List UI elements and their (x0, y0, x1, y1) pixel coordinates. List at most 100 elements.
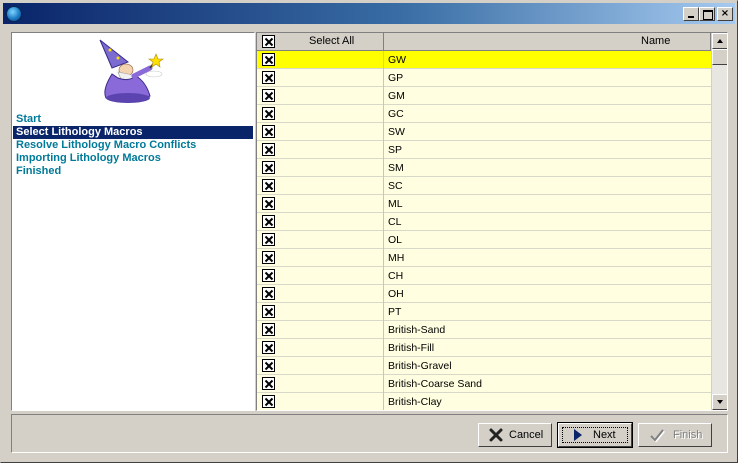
check-x-icon (264, 55, 274, 65)
minimize-button[interactable] (683, 7, 699, 21)
row-checkbox[interactable] (262, 395, 275, 408)
step-start: Start (16, 113, 42, 125)
select-cell (257, 105, 384, 123)
row-checkbox[interactable] (262, 305, 275, 318)
table-row[interactable]: OL (257, 231, 711, 249)
table-row[interactable]: OH (257, 285, 711, 303)
check-x-icon (264, 307, 274, 317)
table-row[interactable]: CH (257, 267, 711, 285)
title-bar[interactable]: × (3, 3, 735, 24)
row-checkbox[interactable] (262, 71, 275, 84)
cancel-button[interactable]: Cancel (478, 423, 552, 447)
macro-name: OL (388, 234, 403, 246)
table-row[interactable]: SM (257, 159, 711, 177)
table-row[interactable]: GC (257, 105, 711, 123)
row-checkbox[interactable] (262, 179, 275, 192)
select-cell (257, 123, 384, 141)
row-checkbox[interactable] (262, 359, 275, 372)
globe-icon[interactable] (6, 6, 22, 22)
select-cell (257, 357, 384, 375)
name-header-label: Name (641, 35, 671, 47)
finish-label: Finish (673, 429, 703, 441)
select-cell (257, 303, 384, 321)
select-all-checkbox[interactable] (262, 35, 275, 48)
table-row[interactable]: GP (257, 69, 711, 87)
close-button[interactable]: × (717, 7, 733, 21)
select-cell (257, 321, 384, 339)
select-cell (257, 87, 384, 105)
macro-name: British-Sand (388, 324, 446, 336)
maximize-button[interactable] (699, 7, 715, 21)
row-checkbox[interactable] (262, 323, 275, 336)
row-checkbox[interactable] (262, 233, 275, 246)
table-row[interactable]: ML (257, 195, 711, 213)
row-checkbox[interactable] (262, 215, 275, 228)
row-checkbox[interactable] (262, 143, 275, 156)
row-checkbox[interactable] (262, 161, 275, 174)
macro-name: SM (388, 162, 404, 174)
row-checkbox[interactable] (262, 197, 275, 210)
check-x-icon (264, 91, 274, 101)
row-checkbox[interactable] (262, 107, 275, 120)
row-checkbox[interactable] (262, 125, 275, 138)
macro-name: British-Clay (388, 396, 442, 408)
row-checkbox[interactable] (262, 53, 275, 66)
table-row[interactable]: CL (257, 213, 711, 231)
table-row[interactable]: SC (257, 177, 711, 195)
check-x-icon (264, 271, 274, 281)
table-row[interactable]: SP (257, 141, 711, 159)
table-row[interactable]: British-Gravel (257, 357, 711, 375)
check-x-icon (264, 163, 274, 173)
finish-button: Finish (638, 423, 712, 447)
select-cell (257, 51, 384, 69)
check-x-icon (264, 145, 274, 155)
step-importing: Importing Lithology Macros (16, 152, 161, 164)
cancel-x-icon (489, 428, 503, 442)
next-button[interactable]: Next (557, 422, 633, 448)
check-x-icon (264, 361, 274, 371)
scroll-down-button[interactable] (712, 394, 727, 410)
select-all-column-header[interactable]: Select All (257, 33, 384, 50)
wizard-steps-pane: Start Select Lithology Macros Resolve Li… (11, 32, 255, 411)
select-cell (257, 249, 384, 267)
scroll-thumb[interactable] (712, 49, 727, 65)
check-x-icon (264, 199, 274, 209)
check-x-icon (264, 343, 274, 353)
vertical-scrollbar[interactable] (711, 33, 727, 410)
table-row[interactable]: British-Clay (257, 393, 711, 410)
row-checkbox[interactable] (262, 341, 275, 354)
select-cell (257, 141, 384, 159)
table-row[interactable]: MH (257, 249, 711, 267)
table-row[interactable]: GM (257, 87, 711, 105)
macro-name: GW (388, 54, 407, 66)
table-row[interactable]: British-Coarse Sand (257, 375, 711, 393)
macro-name: GC (388, 108, 404, 120)
row-checkbox[interactable] (262, 269, 275, 282)
table-row[interactable]: SW (257, 123, 711, 141)
select-cell (257, 213, 384, 231)
lithology-macros-grid: Select All Name GW GP GM GC SW SP SM SC ML CL OL MH… (256, 32, 728, 411)
check-x-icon (264, 37, 274, 47)
table-row[interactable]: PT (257, 303, 711, 321)
select-cell (257, 69, 384, 87)
table-row[interactable]: British-Fill (257, 339, 711, 357)
check-x-icon (264, 109, 274, 119)
cancel-label: Cancel (509, 429, 544, 441)
select-cell (257, 393, 384, 410)
table-row[interactable]: GW (257, 51, 711, 69)
check-x-icon (264, 127, 274, 137)
macro-name: SW (388, 126, 405, 138)
table-row[interactable]: British-Sand (257, 321, 711, 339)
row-checkbox[interactable] (262, 377, 275, 390)
macro-name: CH (388, 270, 404, 282)
name-column-header[interactable]: Name (384, 33, 711, 50)
check-x-icon (264, 217, 274, 227)
scroll-up-button[interactable] (712, 33, 727, 49)
row-checkbox[interactable] (262, 251, 275, 264)
select-cell (257, 285, 384, 303)
select-cell (257, 339, 384, 357)
check-x-icon (264, 73, 274, 83)
row-checkbox[interactable] (262, 89, 275, 102)
select-cell (257, 195, 384, 213)
row-checkbox[interactable] (262, 287, 275, 300)
